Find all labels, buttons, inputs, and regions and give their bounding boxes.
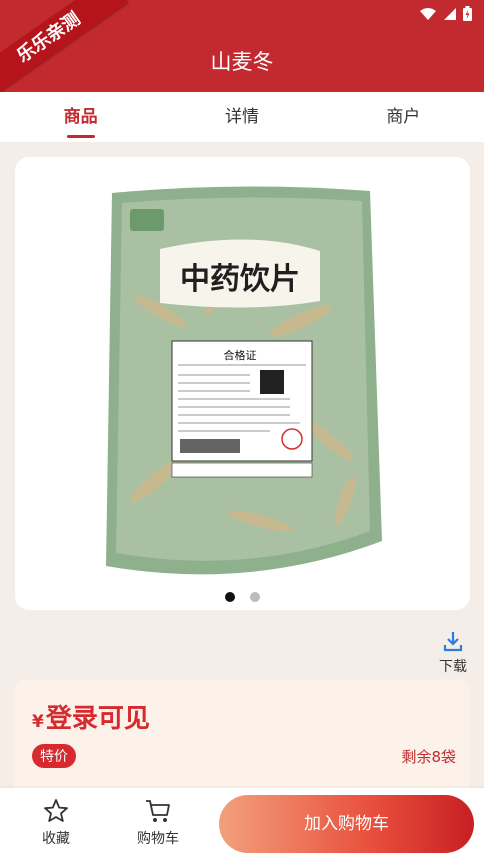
- price-display: ¥登录可见: [32, 698, 150, 735]
- bottom-action-bar: 收藏 购物车 加入购物车: [0, 788, 484, 862]
- favorite-button[interactable]: 收藏: [21, 798, 91, 848]
- price-text: 登录可见: [45, 704, 150, 734]
- carousel-dot-2[interactable]: [250, 592, 261, 602]
- product-gallery: 中药饮片 合格证: [15, 157, 470, 610]
- price-card: ¥登录可见 特价 剩余8袋: [14, 680, 470, 800]
- brand-logo: [130, 209, 164, 231]
- stock-remaining: 剩余8袋: [401, 748, 456, 766]
- cart-icon: [146, 800, 170, 822]
- certificate-title: 合格证: [224, 348, 257, 362]
- add-to-cart-button[interactable]: 加入购物车: [219, 795, 474, 853]
- tab-bar: 商品 详情 商户: [0, 92, 484, 142]
- currency-symbol: ¥: [32, 712, 44, 732]
- download-label: 下载: [439, 659, 467, 675]
- download-icon: [443, 632, 463, 652]
- wifi-icon: [420, 7, 436, 20]
- product-image[interactable]: 中药饮片 合格证: [100, 181, 385, 581]
- special-price-badge: 特价: [32, 744, 76, 768]
- tab-merchant[interactable]: 商户: [323, 92, 484, 142]
- package-title: 中药饮片: [180, 262, 300, 297]
- tab-product[interactable]: 商品: [0, 92, 161, 142]
- battery-icon: [463, 6, 472, 21]
- carousel-dots: [15, 587, 470, 606]
- carousel-dot-1[interactable]: [224, 592, 235, 602]
- page-title: 山麦冬: [210, 50, 274, 74]
- cart-label: 购物车: [137, 831, 179, 847]
- tab-details[interactable]: 详情: [161, 92, 322, 142]
- favorite-label: 收藏: [42, 831, 70, 847]
- status-bar: [419, 6, 472, 21]
- download-button[interactable]: 下载: [433, 630, 473, 676]
- signal-icon: [444, 7, 456, 20]
- app-header: 乐乐亲测 山麦冬: [0, 0, 484, 100]
- cart-button[interactable]: 购物车: [123, 798, 193, 848]
- star-icon: [44, 799, 68, 822]
